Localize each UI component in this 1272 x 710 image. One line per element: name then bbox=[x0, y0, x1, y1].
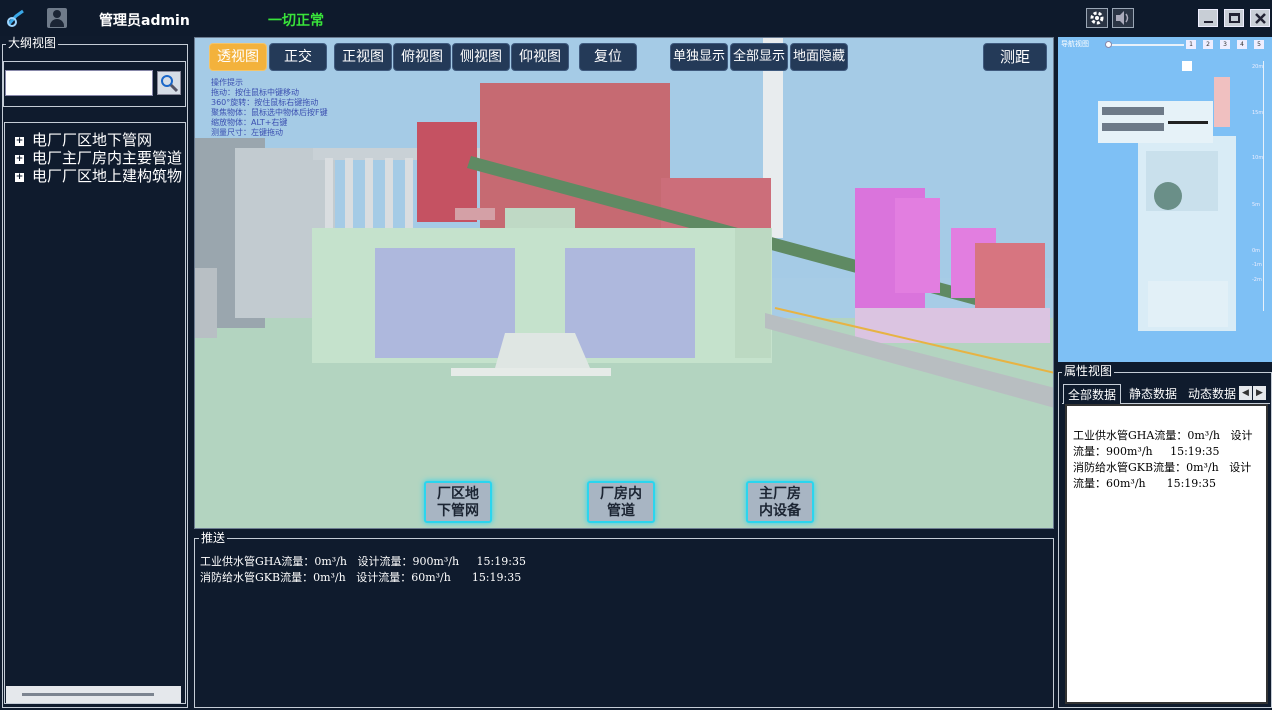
minimize-button[interactable] bbox=[1198, 9, 1218, 27]
hint-line: 360°旋转：按住鼠标右键拖动 bbox=[211, 98, 319, 107]
orthographic-button[interactable]: 正交 bbox=[269, 43, 327, 71]
maximize-button[interactable] bbox=[1224, 9, 1244, 27]
button-line: 下管网 bbox=[437, 503, 479, 519]
property-panel-title: 属性视图 bbox=[1062, 364, 1115, 378]
perspective-view-button[interactable]: 透视图 bbox=[209, 43, 267, 71]
hide-ground-button[interactable]: 地面隐藏 bbox=[790, 43, 848, 71]
system-status-text: 一切正常 bbox=[268, 13, 324, 29]
zoom-slider-handle[interactable] bbox=[1105, 41, 1112, 48]
zoom-level-2-button[interactable]: 2 bbox=[1203, 40, 1213, 49]
scale-label: 20m bbox=[1252, 64, 1264, 70]
button-line: 厂房内 bbox=[600, 486, 642, 502]
scale-label: 5m bbox=[1252, 202, 1261, 208]
underground-pipe-network-button[interactable]: 厂区地 下管网 bbox=[424, 481, 492, 523]
tree-item-label: 电厂厂区地上建构筑物 bbox=[32, 167, 183, 185]
scale-label: -2m bbox=[1252, 277, 1262, 283]
show-all-button[interactable]: 全部显示 bbox=[730, 43, 788, 71]
tab-static-data[interactable]: 静态数据 bbox=[1125, 384, 1181, 404]
app-logo-icon bbox=[6, 8, 28, 28]
outline-panel-title: 大纲视图 bbox=[6, 36, 59, 50]
scale-label: -1m bbox=[1252, 262, 1262, 268]
expand-icon[interactable]: + bbox=[15, 155, 24, 164]
push-message: 工业供水管GHA流量：0m³/h 设计流量：900m³/h 15:19:35 bbox=[200, 555, 526, 568]
hint-title: 操作提示 bbox=[211, 78, 243, 87]
admin-label: 管理员admin bbox=[99, 13, 190, 29]
scrollbar-thumb[interactable] bbox=[22, 693, 154, 696]
tab-dynamic-data[interactable]: 动态数据 bbox=[1184, 384, 1240, 404]
button-line: 管道 bbox=[607, 503, 635, 519]
button-line: 厂区地 bbox=[437, 486, 479, 502]
operation-hints: 操作提示 拖动：按住鼠标中键移动 360°旋转：按住鼠标右键拖动 聚焦物体：鼠标… bbox=[211, 78, 328, 138]
minimap-plan bbox=[1098, 61, 1264, 331]
tab-scroll-right-icon[interactable]: ▶ bbox=[1253, 386, 1266, 400]
top-view-button[interactable]: 俯视图 bbox=[393, 43, 451, 71]
push-panel-title: 推送 bbox=[199, 531, 228, 545]
property-line: 消防给水管GKB流量：0m³/h 设计 bbox=[1073, 461, 1252, 474]
minimap-title: 导航视图 bbox=[1061, 40, 1089, 48]
plant-pipes-button[interactable]: 厂房内 管道 bbox=[587, 481, 655, 523]
hint-line: 缩放物体：ALT+右键 bbox=[211, 118, 288, 127]
search-input[interactable] bbox=[5, 70, 153, 96]
push-message: 消防给水管GKB流量：0m³/h 设计流量：60m³/h 15:19:35 bbox=[200, 571, 522, 584]
side-view-button[interactable]: 侧视图 bbox=[452, 43, 510, 71]
button-line: 主厂房 bbox=[759, 486, 801, 502]
push-panel: 工业供水管GHA流量：0m³/h 设计流量：900m³/h 15:19:35 消… bbox=[194, 538, 1054, 708]
settings-gear-icon[interactable] bbox=[1086, 8, 1108, 28]
zoom-level-5-button[interactable]: 5 bbox=[1254, 40, 1264, 49]
main-plant-equipment-button[interactable]: 主厂房 内设备 bbox=[746, 481, 814, 523]
user-avatar-icon[interactable] bbox=[47, 8, 67, 28]
navigation-minimap[interactable]: 导航视图 1 2 3 4 5 20m 15m 10m 5m 0m -1m -2m bbox=[1058, 37, 1272, 362]
close-button[interactable] bbox=[1250, 9, 1270, 27]
show-single-button[interactable]: 单独显示 bbox=[670, 43, 728, 71]
sound-icon[interactable] bbox=[1112, 8, 1134, 28]
top-bar: 管理员admin 一切正常 bbox=[0, 0, 1272, 36]
hint-line: 拖动：按住鼠标中键移动 bbox=[211, 88, 299, 97]
expand-icon[interactable]: + bbox=[15, 137, 24, 146]
button-line: 内设备 bbox=[759, 503, 801, 519]
zoom-slider[interactable] bbox=[1106, 44, 1184, 46]
expand-icon[interactable]: + bbox=[15, 173, 24, 182]
zoom-level-3-button[interactable]: 3 bbox=[1220, 40, 1230, 49]
measure-distance-button[interactable]: 测距 bbox=[983, 43, 1047, 71]
scale-label: 10m bbox=[1252, 155, 1264, 161]
hint-line: 聚焦物体：鼠标选中物体后按F键 bbox=[211, 108, 328, 117]
reset-button[interactable]: 复位 bbox=[579, 43, 637, 71]
bottom-view-button[interactable]: 仰视图 bbox=[511, 43, 569, 71]
property-line: 流量：900m³/h 15:19:35 bbox=[1073, 445, 1220, 458]
tab-scroll-left-icon[interactable]: ◀ bbox=[1239, 386, 1252, 400]
zoom-level-4-button[interactable]: 4 bbox=[1237, 40, 1247, 49]
scale-label: 15m bbox=[1252, 110, 1264, 116]
front-view-button[interactable]: 正视图 bbox=[334, 43, 392, 71]
scale-label: 0m bbox=[1252, 248, 1261, 254]
tree-item-above-ground-buildings[interactable]: + 电厂厂区地上建构筑物 bbox=[15, 165, 185, 186]
zoom-level-1-button[interactable]: 1 bbox=[1186, 40, 1196, 49]
3d-viewport[interactable]: 透视图 正交 正视图 俯视图 侧视图 仰视图 复位 单独显示 全部显示 地面隐藏… bbox=[194, 37, 1054, 529]
property-line: 流量：60m³/h 15:19:35 bbox=[1073, 477, 1217, 490]
outline-tree: + 电厂厂区地下管网 + 电厂主厂房内主要管道 + 电厂厂区地上建构筑物 bbox=[4, 122, 186, 704]
property-data-box: 工业供水管GHA流量：0m³/h 设计 流量：900m³/h 15:19:35 … bbox=[1065, 404, 1268, 704]
search-icon bbox=[161, 75, 179, 93]
tab-all-data[interactable]: 全部数据 bbox=[1063, 384, 1122, 404]
hint-line: 测量尺寸：左键拖动 bbox=[211, 128, 283, 137]
tree-horizontal-scrollbar[interactable] bbox=[6, 686, 181, 703]
property-line: 工业供水管GHA流量：0m³/h 设计 bbox=[1073, 429, 1253, 442]
search-button[interactable] bbox=[157, 71, 181, 95]
